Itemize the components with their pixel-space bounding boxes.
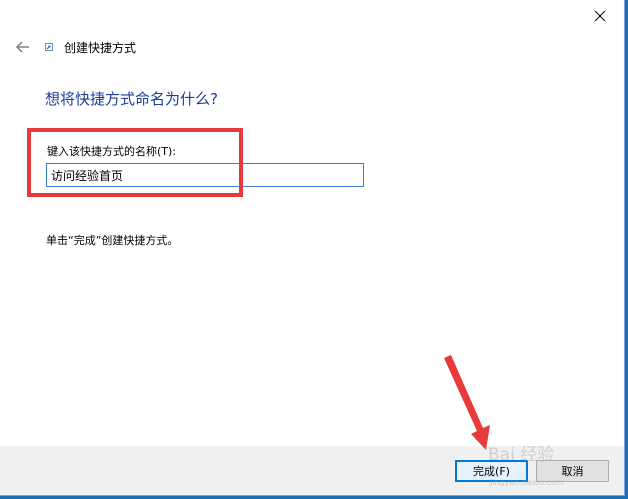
- close-button[interactable]: [582, 2, 618, 30]
- button-bar: 完成(F) 取消: [0, 446, 624, 495]
- shortcut-name-input[interactable]: [46, 163, 364, 187]
- back-button[interactable]: [14, 38, 32, 56]
- wizard-title: 创建快捷方式: [64, 40, 137, 55]
- wizard-header: 创建快捷方式: [14, 36, 136, 58]
- close-icon: [594, 10, 606, 22]
- page-title: 想将快捷方式命名为什么?: [45, 90, 218, 108]
- name-field-label: 键入该快捷方式的名称(T):: [47, 145, 177, 158]
- shortcut-icon: [44, 42, 54, 52]
- back-arrow-icon: [16, 41, 29, 53]
- cancel-button[interactable]: 取消: [536, 460, 609, 482]
- finish-button[interactable]: 完成(F): [455, 460, 528, 482]
- instruction-text: 单击“完成”创建快捷方式。: [46, 234, 179, 247]
- create-shortcut-dialog: 创建快捷方式 想将快捷方式命名为什么? 键入该快捷方式的名称(T): 单击“完成…: [0, 0, 625, 496]
